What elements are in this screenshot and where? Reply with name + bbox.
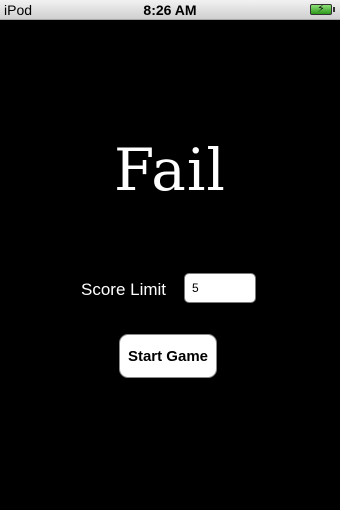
- score-limit-label: Score Limit: [81, 280, 167, 299]
- score-limit-input[interactable]: [184, 273, 256, 303]
- status-time: 8:26 AM: [143, 2, 197, 18]
- charging-bolt-icon: ⚡: [317, 3, 325, 15]
- battery-charging-icon: ⚡: [310, 3, 335, 15]
- start-game-button[interactable]: Start Game: [119, 334, 217, 378]
- status-bar: iPod 8:26 AM ⚡: [0, 0, 340, 20]
- game-title: Fail: [114, 136, 226, 204]
